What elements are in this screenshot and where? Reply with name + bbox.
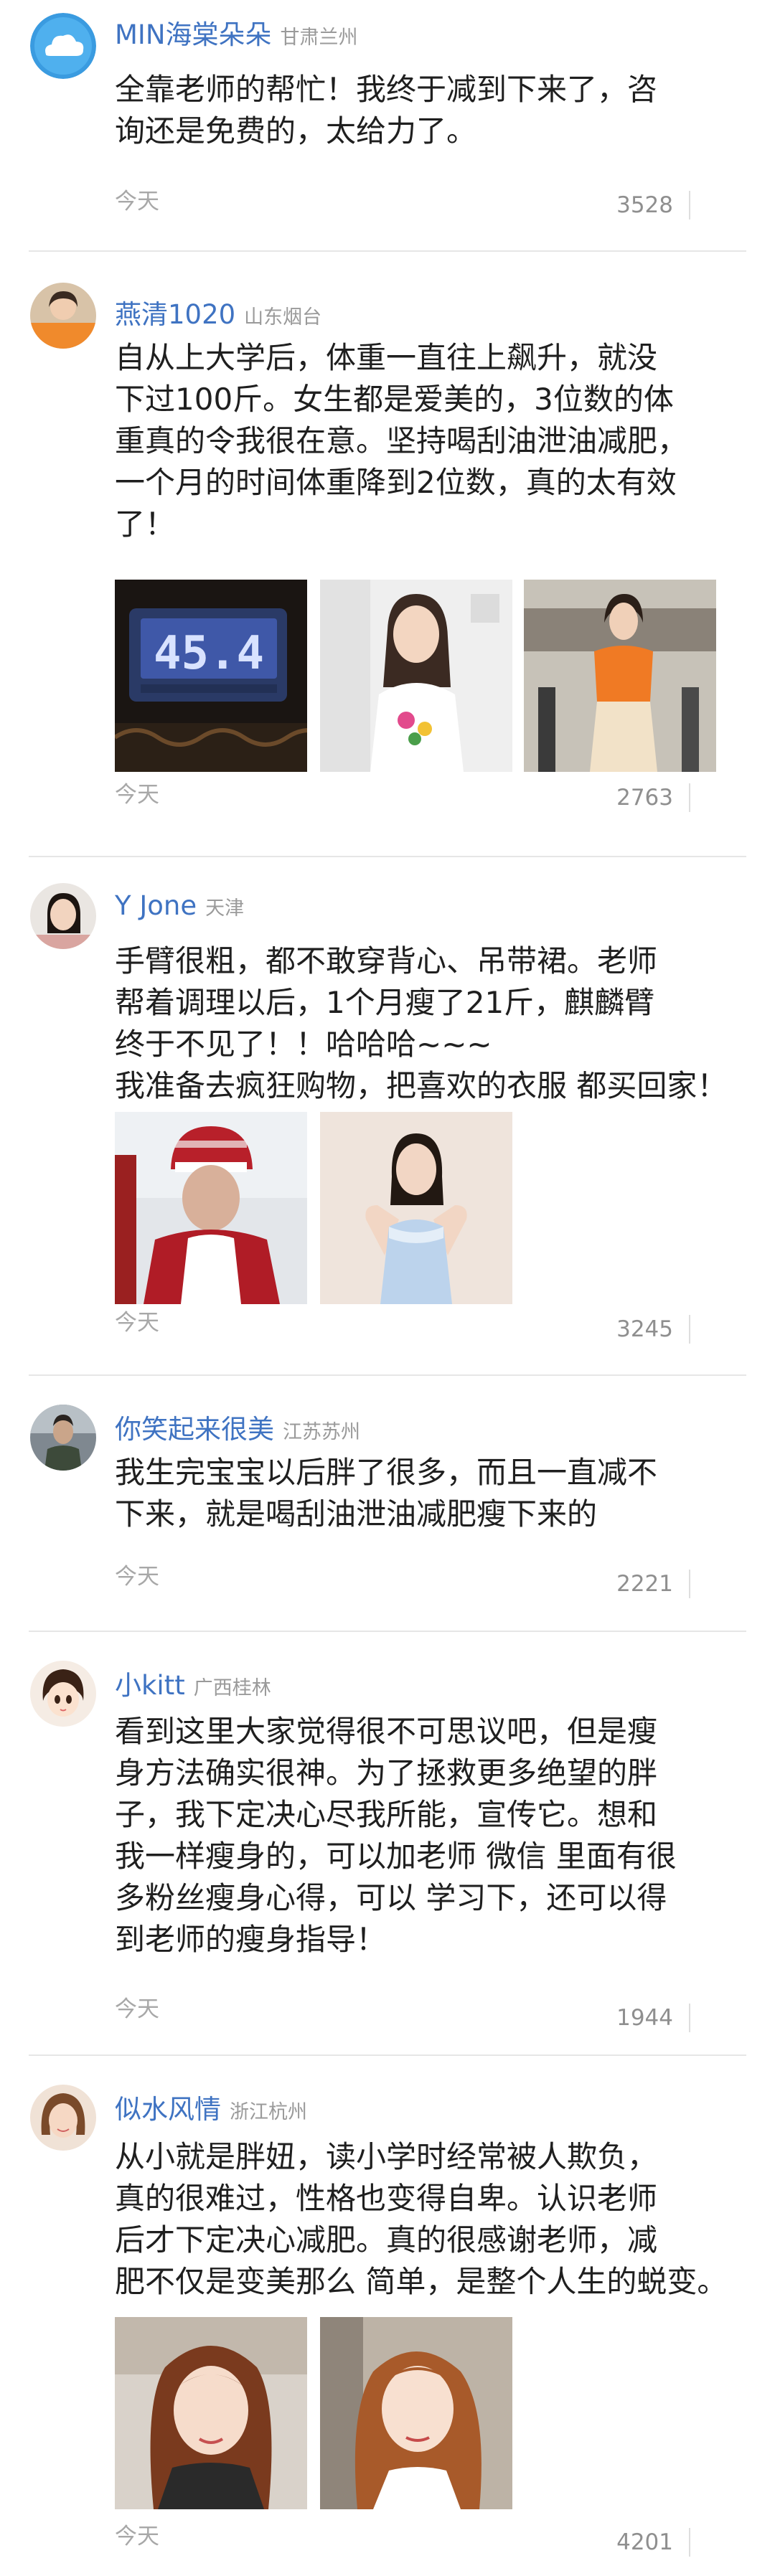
comment-line: 全靠老师的帮忙！我终于减到下来了，咨 <box>115 72 658 107</box>
cloud-icon <box>30 13 96 79</box>
comment-item: Y Jone 天津 手臂很粗，都不敢穿背心、吊带裙。老师 帮着调理以后，1个月瘦了… <box>0 857 775 1374</box>
avatar-photo <box>30 2085 96 2151</box>
user-location: 甘肃兰州 <box>280 27 358 49</box>
divider <box>29 250 746 252</box>
comment-feed: MIN海棠朵朵 甘肃兰州 全靠老师的帮忙！我终于减到下来了，咨 询还是免费的，太给… <box>0 0 775 2576</box>
comment-line: 到老师的瘦身指导！ <box>115 1922 387 1957</box>
comment-text: 我生完宝宝以后胖了很多，而且一直减不 下来，就是喝刮油泄油减肥瘦下来的 <box>115 1452 761 1535</box>
comment-line: 我准备去疯狂购物，把喜欢的衣服 都买回家！ <box>115 1068 728 1103</box>
comment-item: MIN海棠朵朵 甘肃兰州 全靠老师的帮忙！我终于减到下来了，咨 询还是免费的，太给… <box>0 0 775 247</box>
comment-item: 小kitt 广西桂林 看到这里大家觉得很不可思议吧，但是瘦 身方法确实很神。为了拯… <box>0 1632 775 2054</box>
comment-line: 下过100斤。女生都是爱美的，3位数的体 <box>115 382 674 417</box>
username[interactable]: MIN海棠朵朵 甘肃兰州 <box>115 13 358 52</box>
comment-line: 子，我下定决心尽我所能，宣传它。想和 <box>115 1797 658 1832</box>
comment-photo[interactable] <box>320 2317 512 2509</box>
comment-line: 一个月的时间体重降到2位数，真的太有效 <box>115 465 677 500</box>
timestamp: 今天 <box>115 1564 159 1590</box>
user-location: 浙江杭州 <box>230 2101 307 2123</box>
separator <box>689 2528 690 2557</box>
like-count[interactable]: 2221 <box>616 1571 673 1597</box>
user-location: 江苏苏州 <box>283 1421 360 1443</box>
user-location: 山东烟台 <box>244 306 322 329</box>
avatar[interactable] <box>30 2085 96 2151</box>
comment-photo[interactable] <box>524 580 716 772</box>
comment-line: 自从上大学后，体重一直往上飙升，就没 <box>115 340 658 375</box>
like-count[interactable]: 3245 <box>616 1316 673 1342</box>
comment-line: 我生完宝宝以后胖了很多，而且一直减不 <box>115 1455 658 1490</box>
avatar-cloud-icon[interactable] <box>30 13 96 79</box>
avatar-photo <box>30 1405 96 1471</box>
avatar[interactable] <box>30 1661 96 1727</box>
comment-line: 肥不仅是变美那么 简单，是整个人生的蜕变。 <box>115 2264 728 2299</box>
comment-line: 帮着调理以后，1个月瘦了21斤，麒麟臂 <box>115 985 655 1020</box>
timestamp: 今天 <box>115 1996 159 2022</box>
avatar-photo <box>30 883 96 949</box>
separator <box>689 783 690 812</box>
comment-line: 看到这里大家觉得很不可思议吧，但是瘦 <box>115 1714 658 1749</box>
timestamp: 今天 <box>115 2524 159 2549</box>
avatar-photo <box>30 283 96 349</box>
username[interactable]: Y Jone 天津 <box>115 890 244 921</box>
comment-text: 全靠老师的帮忙！我终于减到下来了，咨 询还是免费的，太给力了。 <box>115 69 761 152</box>
comment-line: 询还是免费的，太给力了。 <box>115 113 477 148</box>
timestamp: 今天 <box>115 189 159 214</box>
like-count[interactable]: 4201 <box>616 2529 673 2555</box>
like-count[interactable]: 2763 <box>616 785 673 811</box>
separator <box>689 1315 690 1344</box>
comment-photo[interactable] <box>320 1112 512 1304</box>
comment-text: 手臂很粗，都不敢穿背心、吊带裙。老师 帮着调理以后，1个月瘦了21斤，麒麟臂 终… <box>115 940 761 1107</box>
comment-line: 我一样瘦身的，可以加老师 微信 里面有很 <box>115 1839 677 1874</box>
comment-photo-scale[interactable]: 45.4 <box>115 580 307 772</box>
comment-line: 多粉丝瘦身心得，可以 学习下，还可以得 <box>115 1880 667 1915</box>
comment-photo[interactable] <box>320 580 512 772</box>
avatar-photo <box>30 1661 96 1727</box>
comment-line: 了！ <box>115 506 176 542</box>
username[interactable]: 燕清1020 山东烟台 <box>115 293 321 331</box>
comment-line: 身方法确实很神。为了拯救更多绝望的胖 <box>115 1755 658 1791</box>
avatar[interactable] <box>30 883 96 949</box>
comment-item: 你笑起来很美 江苏苏州 我生完宝宝以后胖了很多，而且一直减不 下来，就是喝刮油泄油… <box>0 1376 775 1631</box>
comment-item: 燕清1020 山东烟台 自从上大学后，体重一直往上飙升，就没 下过100斤。女生都… <box>0 253 775 857</box>
user-location: 广西桂林 <box>193 1677 271 1699</box>
comment-line: 重真的令我很在意。坚持喝刮油泄油减肥， <box>115 423 688 458</box>
comment-line: 下来，就是喝刮油泄油减肥瘦下来的 <box>115 1496 598 1532</box>
separator <box>689 191 690 220</box>
scale-reading: 45.4 <box>154 627 264 680</box>
user-location: 天津 <box>205 897 245 920</box>
username[interactable]: 你笑起来很美 江苏苏州 <box>115 1407 360 1446</box>
comment-photo[interactable] <box>115 2317 307 2509</box>
comment-line: 后才下定决心减肥。真的很感谢老师，减 <box>115 2222 658 2257</box>
comment-text: 自从上大学后，体重一直往上飙升，就没 下过100斤。女生都是爱美的，3位数的体 … <box>115 337 761 545</box>
comment-text: 看到这里大家觉得很不可思议吧，但是瘦 身方法确实很神。为了拯救更多绝望的胖 子，… <box>115 1711 761 1961</box>
separator <box>689 2004 690 2032</box>
comment-line: 手臂很粗，都不敢穿背心、吊带裙。老师 <box>115 943 658 978</box>
timestamp: 今天 <box>115 782 159 808</box>
like-count[interactable]: 1944 <box>616 2005 673 2031</box>
username[interactable]: 似水风情 浙江杭州 <box>115 2087 307 2126</box>
comment-text: 从小就是胖妞，读小学时经常被人欺负， 真的很难过，性格也变得自卑。认识老师 后才… <box>115 2136 761 2303</box>
separator <box>689 1570 690 1598</box>
avatar[interactable] <box>30 283 96 349</box>
comment-item: 似水风情 浙江杭州 从小就是胖妞，读小学时经常被人欺负， 真的很难过，性格也变得自… <box>0 2056 775 2576</box>
username[interactable]: 小kitt 广西桂林 <box>115 1664 271 1702</box>
timestamp: 今天 <box>115 1310 159 1336</box>
comment-line: 真的很难过，性格也变得自卑。认识老师 <box>115 2181 658 2216</box>
avatar[interactable] <box>30 1405 96 1471</box>
comment-line: 终于不见了！！哈哈哈~~~ <box>115 1027 492 1062</box>
like-count[interactable]: 3528 <box>616 192 673 218</box>
comment-line: 从小就是胖妞，读小学时经常被人欺负， <box>115 2139 658 2174</box>
comment-photo[interactable] <box>115 1112 307 1304</box>
